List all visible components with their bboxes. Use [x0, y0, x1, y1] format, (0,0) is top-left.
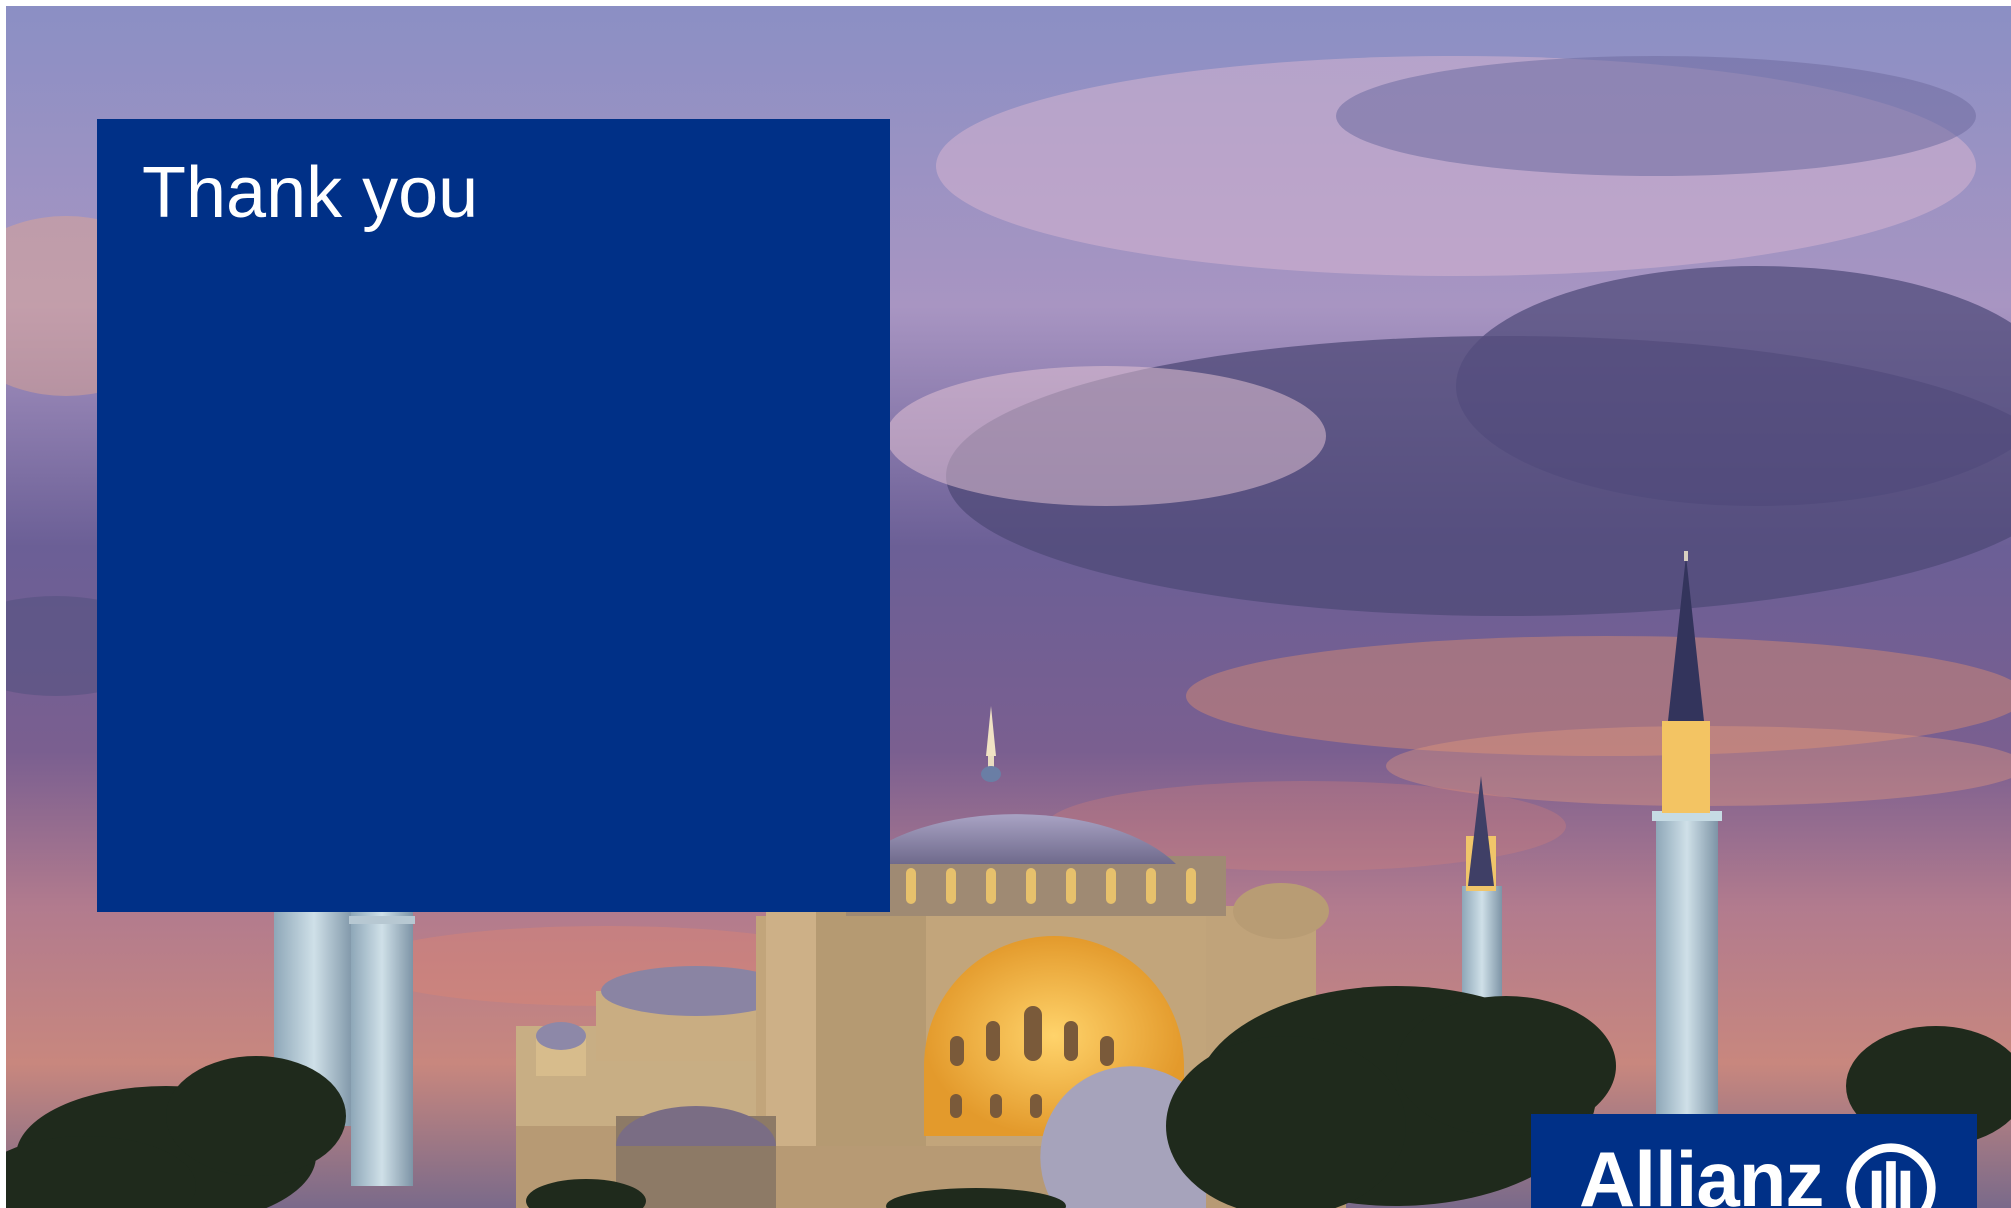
brand-logo: Allianz — [1531, 1114, 1977, 1208]
slide-title: Thank you — [142, 153, 479, 233]
allianz-eagle-icon — [1846, 1143, 1936, 1208]
title-panel: Thank you — [97, 119, 890, 912]
slide-canvas: Thank you Allianz — [6, 6, 2011, 1208]
brand-wordmark: Allianz — [1579, 1135, 1824, 1208]
